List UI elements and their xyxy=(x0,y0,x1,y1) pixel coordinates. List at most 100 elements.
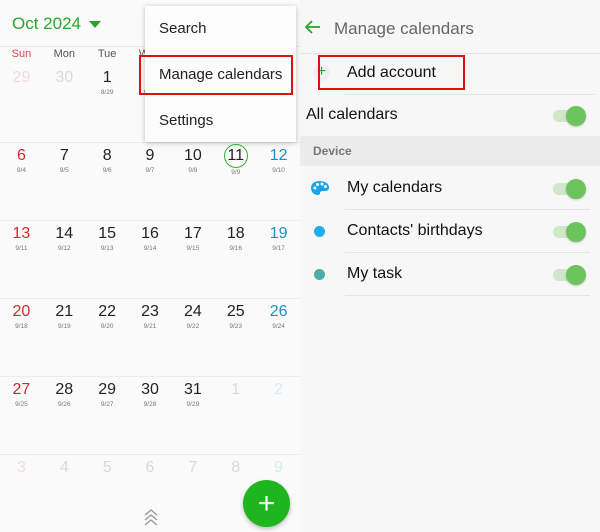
contacts-birthdays-toggle[interactable] xyxy=(553,221,587,243)
weekday-label: Sun xyxy=(11,48,32,60)
lunar-date: 9/20 xyxy=(100,323,114,330)
day-cell[interactable]: 25 9/23 xyxy=(214,302,257,332)
day-number: 31 xyxy=(183,381,202,398)
day-number: 1 xyxy=(102,69,112,86)
week-divider xyxy=(0,142,300,143)
day-cell[interactable]: 30 9/28 xyxy=(129,380,172,410)
week-divider xyxy=(0,376,300,377)
day-number: 6 xyxy=(16,147,26,164)
week-row: 27 9/25 28 9/26 29 9/27 30 9/28 31 9/29 1 2 xyxy=(0,380,300,410)
color-dot-icon xyxy=(314,269,325,280)
highlight-annotation xyxy=(139,55,293,95)
day-cell[interactable]: 8 9/6 xyxy=(86,146,129,178)
expand-up-icon[interactable] xyxy=(143,507,159,527)
day-cell[interactable]: 6 xyxy=(129,458,172,478)
day-cell[interactable]: 7 xyxy=(171,458,214,478)
day-cell[interactable]: 10 9/8 xyxy=(171,146,214,178)
day-cell[interactable]: 20 9/18 xyxy=(0,302,43,332)
day-cell[interactable]: 13 9/11 xyxy=(0,224,43,254)
day-number: 20 xyxy=(12,303,31,320)
plus-icon: + xyxy=(257,486,276,520)
day-cell[interactable]: 22 9/20 xyxy=(86,302,129,332)
app-bar: Manage calendars xyxy=(300,0,600,54)
day-cell[interactable]: 1 8/29 xyxy=(86,68,129,98)
back-arrow-icon[interactable] xyxy=(305,20,321,34)
day-cell[interactable]: 29 9/27 xyxy=(86,380,129,410)
day-cell[interactable]: 18 9/16 xyxy=(214,224,257,254)
day-cell-today[interactable]: 11 9/9 xyxy=(214,144,257,178)
day-cell[interactable]: 12 9/10 xyxy=(257,146,300,178)
month-selector[interactable]: Oct 2024 xyxy=(12,10,101,38)
lunar-date: 9/26 xyxy=(57,401,71,408)
day-cell[interactable]: 1 xyxy=(214,380,257,410)
day-cell[interactable]: 21 9/19 xyxy=(43,302,86,332)
day-cell[interactable]: 14 9/12 xyxy=(43,224,86,254)
week-divider xyxy=(0,454,300,455)
weekday-label: Tue xyxy=(97,48,117,60)
day-cell[interactable]: 28 9/26 xyxy=(43,380,86,410)
week-row: 3 4 5 6 7 8 9 xyxy=(0,458,300,478)
day-number: 12 xyxy=(269,147,288,164)
lunar-date: 9/25 xyxy=(15,401,28,408)
day-number: 8 xyxy=(231,459,241,476)
lunar-date: 9/8 xyxy=(188,167,198,174)
day-cell[interactable]: 23 9/21 xyxy=(129,302,172,332)
day-number: 29 xyxy=(98,381,117,398)
day-cell[interactable]: 31 9/29 xyxy=(171,380,214,410)
day-cell[interactable]: 15 9/13 xyxy=(86,224,129,254)
day-cell[interactable]: 17 9/15 xyxy=(171,224,214,254)
day-number: 23 xyxy=(141,303,159,320)
day-cell[interactable]: 24 9/22 xyxy=(171,302,214,332)
calendar-label-contacts-birthdays: Contacts' birthdays xyxy=(347,222,483,239)
lunar-date: 9/17 xyxy=(272,245,285,252)
week-divider xyxy=(0,298,300,299)
day-cell[interactable]: 26 9/24 xyxy=(257,302,300,332)
day-number: 15 xyxy=(98,225,117,242)
day-number: 13 xyxy=(12,225,31,242)
day-cell[interactable]: 29 xyxy=(0,68,43,98)
day-cell[interactable]: 9 9/7 xyxy=(129,146,172,178)
day-number: 5 xyxy=(102,459,112,476)
day-cell[interactable]: 30 xyxy=(43,68,86,98)
all-calendars-toggle[interactable] xyxy=(553,105,587,127)
day-cell[interactable]: 8 xyxy=(214,458,257,478)
section-label: Device xyxy=(313,144,352,158)
day-number: 26 xyxy=(269,303,288,320)
my-task-toggle[interactable] xyxy=(553,264,587,286)
all-calendars-label: All calendars xyxy=(306,106,398,123)
day-cell[interactable]: 27 9/25 xyxy=(0,380,43,410)
day-cell[interactable]: 19 9/17 xyxy=(257,224,300,254)
caret-down-icon xyxy=(89,20,101,28)
my-calendars-toggle[interactable] xyxy=(553,178,587,200)
day-cell[interactable]: 3 xyxy=(0,458,43,478)
lunar-date: 9/10 xyxy=(272,167,285,174)
lunar-date: 9/18 xyxy=(15,323,28,330)
page-title: Manage calendars xyxy=(334,19,474,38)
color-dot-icon xyxy=(314,226,325,237)
day-cell[interactable]: 2 xyxy=(257,380,300,410)
lunar-date: 9/21 xyxy=(143,323,157,330)
palette-icon xyxy=(311,181,329,195)
day-number: 6 xyxy=(145,459,155,476)
day-number: 2 xyxy=(274,381,284,398)
day-cell[interactable]: 9 xyxy=(257,458,300,478)
day-number: 24 xyxy=(183,303,202,320)
lunar-date: 9/29 xyxy=(186,401,200,408)
lunar-date: 9/19 xyxy=(57,323,71,330)
add-event-button[interactable]: + xyxy=(243,480,290,527)
day-cell[interactable]: 7 9/5 xyxy=(43,146,86,178)
menu-item-settings[interactable]: Settings xyxy=(159,112,213,129)
day-cell[interactable]: 5 xyxy=(86,458,129,478)
lunar-date: 9/22 xyxy=(186,323,200,330)
day-cell[interactable]: 16 9/14 xyxy=(129,224,172,254)
day-cell[interactable]: 6 9/4 xyxy=(0,146,43,178)
week-row: 13 9/11 14 9/12 15 9/13 16 9/14 17 9/15 18 9/16 19 9/… xyxy=(0,224,300,254)
lunar-date: 9/9 xyxy=(231,169,241,176)
day-number: 30 xyxy=(55,69,74,86)
day-cell[interactable]: 4 xyxy=(43,458,86,478)
menu-item-search[interactable]: Search xyxy=(159,20,207,37)
day-number: 21 xyxy=(55,303,74,320)
day-number: 16 xyxy=(141,225,159,242)
day-number: 10 xyxy=(183,147,202,164)
day-number: 7 xyxy=(59,147,69,164)
